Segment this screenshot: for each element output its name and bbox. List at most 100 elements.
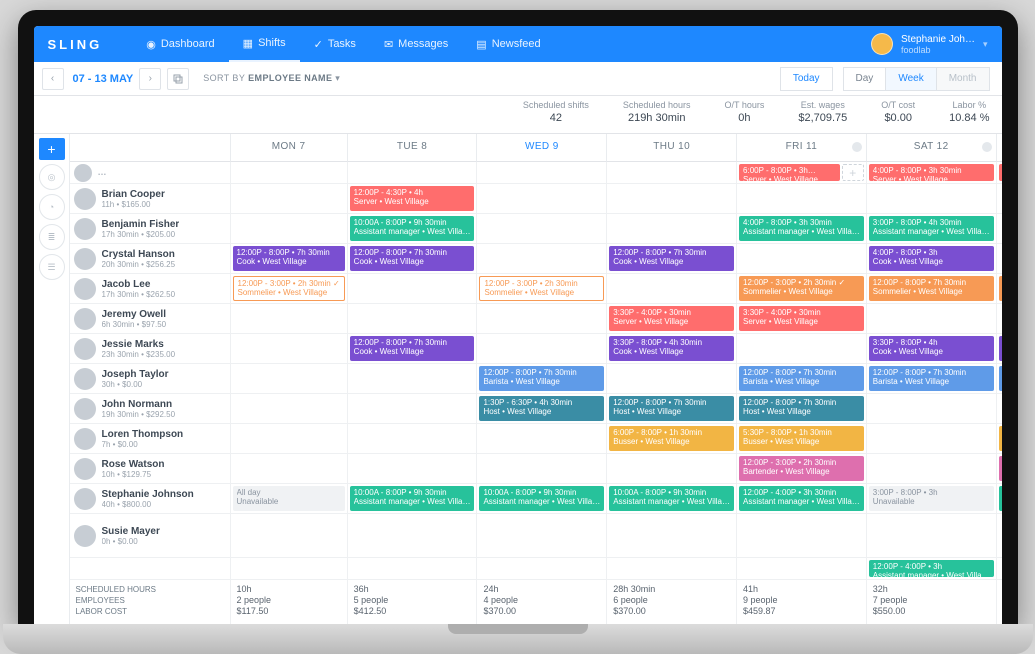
employee-row[interactable]: Rose Watson10h • $129.75 (70, 454, 230, 484)
schedule-cell[interactable]: 12:00P - 8:00P • 7h 30minBarista • West … (866, 364, 996, 394)
shift-block[interactable]: 3:30P - 8:00P • 4hCook • West Village (869, 336, 994, 361)
schedule-cell[interactable] (736, 334, 866, 364)
shift-block[interactable]: 6:00P - 8:00P • 3h…Server • West Village (739, 164, 840, 181)
shift-block[interactable]: 12:00P - 4:30P • 4hServer • West Village (350, 186, 475, 211)
shift-block[interactable]: 12:00P - 8:00P • 7h 30minCook • West Vil… (350, 246, 475, 271)
next-week-button[interactable]: › (139, 68, 161, 90)
employee-row[interactable]: John Normann19h 30min • $292.50 (70, 394, 230, 424)
schedule-cell[interactable]: 12:00P - 8:00P • 7h 30minSommelier • Wes… (996, 274, 1002, 304)
shift-block[interactable]: 12:00P - 3:00P • 2h 30min ✓Sommelier • W… (233, 276, 345, 301)
schedule-cell[interactable] (476, 304, 606, 334)
schedule-cell[interactable] (606, 364, 736, 394)
day-header[interactable]: TUE 8 (347, 134, 477, 162)
schedule-cell[interactable] (606, 214, 736, 244)
schedule-cell[interactable] (476, 514, 606, 558)
view-day[interactable]: Day (843, 67, 887, 91)
shift-block[interactable]: 12:00P - 3:00P • 2h 30min ✓Sommelier • W… (739, 276, 864, 301)
schedule-cell[interactable] (230, 394, 347, 424)
schedule-cell[interactable]: 6:00P - 8:00P • 1h 30minBusser • West Vi… (996, 424, 1002, 454)
nav-shifts[interactable]: ▦Shifts (229, 26, 300, 62)
schedule-cell[interactable] (230, 514, 347, 558)
shift-block[interactable]: 12:00P - 8:00P • 7h 30minSommelier • Wes… (869, 276, 994, 301)
shift-block[interactable]: 12:00P - 8:00P • 7h 30minHost • West Vil… (609, 396, 734, 421)
schedule-cell[interactable]: 12:00P - 4:00P • 3h 30minAssistant manag… (736, 484, 866, 514)
prev-week-button[interactable]: ‹ (42, 68, 64, 90)
day-header[interactable]: MON 7 (230, 134, 347, 162)
shift-block[interactable]: 5:30P - 8:00P • 1h 30minBusser • West Vi… (739, 426, 864, 451)
schedule-cell[interactable] (996, 244, 1002, 274)
schedule-cell[interactable]: 12:00P - 3:00P • 2h 30minSommelier • Wes… (476, 274, 606, 304)
schedule-cell[interactable] (230, 454, 347, 484)
schedule-cell[interactable] (866, 424, 996, 454)
schedule-cell[interactable]: 12:00P - 8:00P • 7h 30minCook • West Vil… (230, 244, 347, 274)
schedule-cell[interactable]: 12:00P - 3:00P • 2h 30min ✓Sommelier • W… (230, 274, 347, 304)
schedule-cell[interactable] (476, 184, 606, 214)
schedule-cell[interactable]: 12:00P - 8:00P • 7h 30minCook • West Vil… (347, 334, 477, 364)
schedule-cell[interactable]: 12:00P - 8:00P • 7h 30minHost • West Vil… (606, 394, 736, 424)
shift-block[interactable]: 12:00P - 8:00P • 7h 30minCook • West Vil… (999, 336, 1002, 361)
shift-block[interactable]: 12:00P - 8:00P • 7h 30minBarista • West … (869, 366, 994, 391)
employee-row[interactable]: Loren Thompson7h • $0.00 (70, 424, 230, 454)
list-icon[interactable]: ☰ (39, 254, 65, 280)
day-header[interactable]: FRI 11 (736, 134, 866, 162)
employee-row[interactable]: Jeremy Owell6h 30min • $97.50 (70, 304, 230, 334)
shift-block[interactable]: All dayUnavailable (233, 486, 345, 511)
shift-block[interactable]: 3:30P - 8:00P • 4h 30minCook • West Vill… (609, 336, 734, 361)
schedule-cell[interactable] (347, 364, 477, 394)
employee-row[interactable]: Jacob Lee17h 30min • $262.50 (70, 274, 230, 304)
shift-block[interactable]: 12:00P - 3:00P • 2h 30minBartender • Wes… (739, 456, 864, 481)
nav-tasks[interactable]: ✓Tasks (300, 26, 370, 62)
shift-block[interactable]: 4:00P - 8:00P • 3h 30minAssistant manage… (739, 216, 864, 241)
shift-block[interactable]: 3:00P - 8:00P • 4h 30minAssistant manage… (869, 216, 994, 241)
nav-dashboard[interactable]: ◉Dashboard (132, 26, 228, 62)
schedule-cell[interactable]: 3:30P - 4:00P • 30minServer • West Villa… (736, 304, 866, 334)
add-shift-button[interactable]: + (39, 138, 65, 160)
schedule-cell[interactable] (736, 184, 866, 214)
schedule-cell[interactable] (866, 454, 996, 484)
date-range[interactable]: 07 - 13 MAY (73, 73, 134, 85)
schedule-cell[interactable]: 4:00P - 8:00P • 3hCook • West Village (866, 244, 996, 274)
view-month[interactable]: Month (936, 67, 990, 91)
schedule-cell[interactable] (476, 454, 606, 484)
shift-block[interactable]: 12:00P - 8:00P • 7h 30minHost • West Vil… (739, 396, 864, 421)
schedule-cell[interactable]: 10:00A - 8:00P • 9h 30minAssistant manag… (606, 484, 736, 514)
copy-icon[interactable] (167, 68, 189, 90)
schedule-cell[interactable] (476, 214, 606, 244)
schedule-cell[interactable]: 10:00A - 8:00P • 9h 30minAssistant manag… (347, 214, 477, 244)
schedule-cell[interactable]: 3:00P - 8:00P • 4h 30minAssistant manage… (866, 214, 996, 244)
schedule-cell[interactable]: 3:30P - 8:00P • 4hCook • West Village (866, 334, 996, 364)
schedule-cell[interactable] (996, 184, 1002, 214)
shift-block[interactable]: 3:30P - 4:00P • 30minServer • West Villa… (739, 306, 864, 331)
schedule-cell[interactable] (866, 394, 996, 424)
schedule-cell[interactable]: 3:30P - 4:00P • 30minServer • West Villa… (606, 304, 736, 334)
shift-block[interactable]: 1:30P - 6:30P • 4h 30minHost • West Vill… (479, 396, 604, 421)
schedule-cell[interactable] (476, 334, 606, 364)
shift-block[interactable]: 2:00P - 8:00P • 3hAssistant manager • We… (999, 486, 1002, 511)
schedule-cell[interactable]: 12:00P - 8:00P • 7h 30minHost • West Vil… (736, 394, 866, 424)
schedule-cell[interactable] (866, 184, 996, 214)
schedule-cell[interactable] (347, 394, 477, 424)
schedule-cell[interactable] (347, 454, 477, 484)
schedule-cell[interactable] (347, 514, 477, 558)
employee-row[interactable]: Joseph Taylor30h • $0.00 (70, 364, 230, 394)
shift-block[interactable]: 3:30P - 4:00P • 30minServer • West Villa… (609, 306, 734, 331)
nav-messages[interactable]: ✉Messages (370, 26, 462, 62)
shift-block[interactable]: 4:00P - 8:00P • 3hCook • West Village (869, 246, 994, 271)
sort-control[interactable]: SORT BY EMPLOYEE NAME ▾ (203, 73, 340, 84)
schedule-cell[interactable] (736, 514, 866, 558)
schedule-cell[interactable]: 12:00P - 8:00P • 7h 30minCook • West Vil… (996, 334, 1002, 364)
shift-block[interactable]: 3:00P - 8:00P • 3hUnavailable (869, 486, 994, 511)
filter-icon[interactable]: ≣ (39, 224, 65, 250)
day-header[interactable]: THU 10 (606, 134, 736, 162)
schedule-cell[interactable]: 12:00P - 8:00P • 7h 30minSommelier • Wes… (866, 274, 996, 304)
shift-block[interactable]: 6:00P - 8:00P • 1h 30minBusser • West Vi… (609, 426, 734, 451)
schedule-cell[interactable] (476, 244, 606, 274)
schedule-cell[interactable]: 12:00P - 4:30P • 4hServer • West Village (347, 184, 477, 214)
employee-row[interactable]: Crystal Hanson20h 30min • $256.25 (70, 244, 230, 274)
schedule-cell[interactable]: 1:30P - 6:30P • 4h 30minHost • West Vill… (476, 394, 606, 424)
day-header[interactable]: SUN 13 (996, 134, 1002, 162)
shift-block[interactable]: 12:00P - 8:00P • 7h 30minCook • West Vil… (233, 246, 345, 271)
today-button[interactable]: Today (780, 67, 833, 91)
schedule-cell[interactable] (230, 334, 347, 364)
shift-block[interactable]: 6:00P - 8:00P • 1h 30minBusser • West Vi… (999, 426, 1002, 451)
